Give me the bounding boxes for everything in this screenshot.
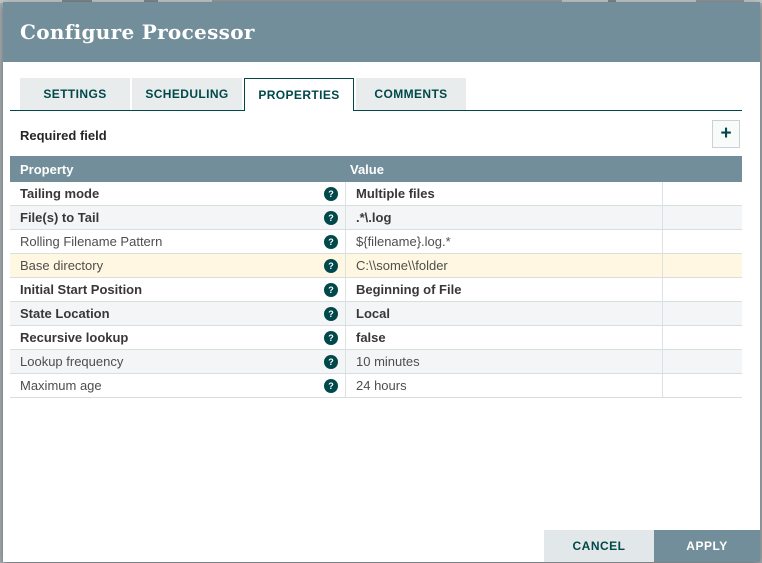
table-row[interactable]: State Location? Local — [10, 302, 742, 326]
row-extra-cell — [662, 302, 742, 325]
row-extra-cell — [662, 326, 742, 349]
table-header: Property Value — [10, 156, 742, 182]
tab-comments[interactable]: COMMENTS — [356, 78, 466, 110]
plus-icon: + — [720, 122, 732, 144]
add-property-button[interactable]: + — [712, 120, 740, 148]
property-name: State Location — [20, 306, 110, 321]
row-extra-cell — [662, 350, 742, 373]
property-value[interactable]: ${filename}.log.* — [345, 230, 662, 253]
table-row-highlighted[interactable]: Base directory? C:\\some\\folder — [10, 254, 742, 278]
help-icon[interactable]: ? — [324, 354, 338, 369]
table-row[interactable]: Initial Start Position? Beginning of Fil… — [10, 278, 742, 302]
help-icon[interactable]: ? — [324, 306, 338, 321]
property-name: File(s) to Tail — [20, 210, 100, 225]
help-icon[interactable]: ? — [324, 210, 338, 225]
tab-settings[interactable]: SETTINGS — [20, 78, 130, 110]
property-value[interactable]: false — [345, 326, 662, 349]
help-icon[interactable]: ? — [324, 330, 338, 345]
tab-bar: SETTINGS SCHEDULING PROPERTIES COMMENTS — [10, 78, 742, 111]
help-icon[interactable]: ? — [324, 258, 338, 273]
property-name: Initial Start Position — [20, 282, 143, 297]
table-row[interactable]: Recursive lookup? false — [10, 326, 742, 350]
property-value[interactable]: 24 hours — [345, 374, 662, 397]
cancel-button[interactable]: CANCEL — [544, 530, 654, 562]
help-icon[interactable]: ? — [324, 234, 338, 249]
property-value[interactable]: .*\.log — [345, 206, 662, 229]
table-toolbar: Required field + — [20, 120, 743, 150]
table-row[interactable]: Tailing mode? Multiple files — [10, 182, 742, 206]
help-icon[interactable]: ? — [324, 282, 338, 297]
row-extra-cell — [662, 278, 742, 301]
column-header-value: Value — [350, 161, 384, 177]
table-row[interactable]: File(s) to Tail? .*\.log — [10, 206, 742, 230]
row-extra-cell — [662, 230, 742, 253]
property-value[interactable]: C:\\some\\folder — [345, 254, 662, 277]
dialog-header: Configure Processor — [3, 2, 760, 62]
dialog-title: Configure Processor — [20, 20, 255, 44]
property-value[interactable]: Local — [345, 302, 662, 325]
property-value[interactable]: Multiple files — [345, 182, 662, 205]
property-name: Base directory — [20, 258, 104, 273]
property-name: Lookup frequency — [20, 354, 124, 369]
table-row[interactable]: Maximum age? 24 hours — [10, 374, 742, 398]
row-extra-cell — [662, 206, 742, 229]
property-name: Rolling Filename Pattern — [20, 234, 163, 249]
dialog-footer: CANCEL APPLY — [544, 530, 760, 562]
property-name: Recursive lookup — [20, 330, 129, 345]
property-value[interactable]: Beginning of File — [345, 278, 662, 301]
screen: Configure Processor SETTINGS SCHEDULING … — [0, 0, 762, 563]
property-name: Tailing mode — [20, 186, 100, 201]
row-extra-cell — [662, 182, 742, 205]
column-header-property: Property — [20, 161, 74, 177]
configure-processor-dialog: Configure Processor SETTINGS SCHEDULING … — [3, 2, 760, 562]
property-value[interactable]: 10 minutes — [345, 350, 662, 373]
apply-button[interactable]: APPLY — [654, 530, 760, 562]
help-icon[interactable]: ? — [324, 186, 338, 201]
row-extra-cell — [662, 374, 742, 397]
property-name: Maximum age — [20, 378, 102, 393]
required-field-label: Required field — [20, 128, 107, 143]
table-row[interactable]: Rolling Filename Pattern? ${filename}.lo… — [10, 230, 742, 254]
properties-table: Property Value Tailing mode? Multiple fi… — [10, 156, 742, 398]
table-row[interactable]: Lookup frequency? 10 minutes — [10, 350, 742, 374]
help-icon[interactable]: ? — [324, 378, 338, 393]
row-extra-cell — [662, 254, 742, 277]
tab-properties[interactable]: PROPERTIES — [244, 78, 354, 111]
tab-scheduling[interactable]: SCHEDULING — [132, 78, 242, 110]
